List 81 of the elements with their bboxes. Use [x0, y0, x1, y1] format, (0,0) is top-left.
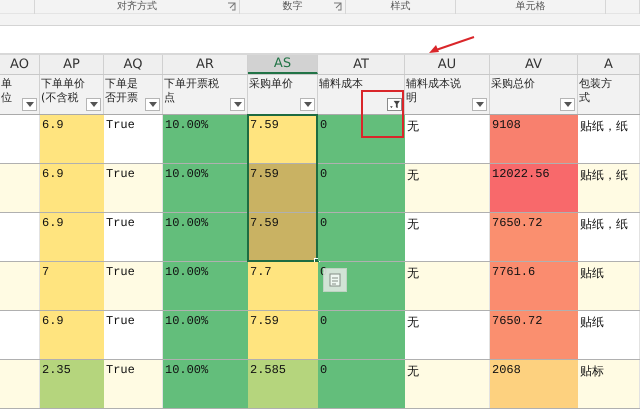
caret-icon	[234, 102, 242, 107]
table-cell[interactable]: 0	[318, 360, 405, 408]
table-cell[interactable]: 贴纸	[578, 311, 640, 359]
caret-icon	[90, 102, 98, 107]
table-cell[interactable]: 6.9	[40, 164, 104, 212]
table-cell[interactable]: 10.00%	[163, 311, 248, 359]
table-cell[interactable]: 无	[405, 164, 490, 212]
table-cell[interactable]: 7.59	[248, 213, 318, 261]
table-cell[interactable]: 无	[405, 311, 490, 359]
dropdown-button[interactable]	[86, 98, 101, 111]
table-cell[interactable]: 无	[405, 360, 490, 408]
table-cell[interactable]: 6.9	[40, 213, 104, 261]
table-cell[interactable]: 7.59	[248, 115, 318, 163]
table-cell[interactable]: 2.585	[248, 360, 318, 408]
table-cell[interactable]: 7.59	[248, 311, 318, 359]
column-title: 下单开票税点	[164, 77, 220, 105]
table-cell[interactable]: 0	[318, 213, 405, 261]
table-cell[interactable]: 10.00%	[163, 213, 248, 261]
column-title: 包装方式	[579, 77, 613, 105]
caret-icon	[564, 102, 572, 107]
table-cell[interactable]: 0	[318, 311, 405, 359]
table-cell[interactable]: 12022.56	[490, 164, 578, 212]
table-cell[interactable]: 7.7	[248, 262, 318, 310]
table-cell[interactable]: 7650.72	[490, 311, 578, 359]
column-title: 单位	[1, 77, 13, 105]
table-cell[interactable]: 贴纸，纸	[578, 115, 640, 163]
table-cell[interactable]: 6.9	[40, 115, 104, 163]
table-cell[interactable]: True	[104, 164, 163, 212]
table-cell[interactable]: 10.00%	[163, 115, 248, 163]
table-cell[interactable]: 0	[318, 115, 405, 163]
filter-button[interactable]	[387, 98, 402, 111]
table-cell[interactable]: 7	[40, 262, 104, 310]
column-title: 辅料成本	[319, 77, 363, 91]
table-cell[interactable]: 10.00%	[163, 360, 248, 408]
table-cell[interactable]: 贴纸，纸	[578, 164, 640, 212]
caret-icon	[304, 102, 312, 107]
column-title: 下单单价(不含税	[41, 77, 85, 105]
table-cell[interactable]: True	[104, 311, 163, 359]
column-title: 下单是否开票	[105, 77, 139, 105]
table-cell[interactable]: True	[104, 262, 163, 310]
table-cell[interactable]: 10.00%	[163, 164, 248, 212]
dropdown-button[interactable]	[22, 98, 37, 111]
ribbon-group-label: 对齐方式	[117, 0, 157, 14]
ribbon-group-label: 单元格	[516, 0, 546, 14]
table-cell[interactable]: 无	[405, 262, 490, 310]
annotation-arrow	[428, 36, 476, 54]
table-cell[interactable]: 无	[405, 115, 490, 163]
table-cell[interactable]: 2.35	[40, 360, 104, 408]
caret-icon	[26, 102, 34, 107]
table-cell[interactable]: True	[104, 115, 163, 163]
dialog-launcher-icon[interactable]	[227, 2, 236, 11]
dropdown-button[interactable]	[560, 98, 575, 111]
column-title: 采购单价	[249, 77, 293, 91]
column-title: 采购总价	[491, 77, 535, 91]
table-cell[interactable]: 2068	[490, 360, 578, 408]
table-cell[interactable]: True	[104, 213, 163, 261]
table-cell[interactable]: 9108	[490, 115, 578, 163]
dropdown-button[interactable]	[145, 98, 160, 111]
dialog-launcher-icon[interactable]	[333, 2, 342, 11]
table-cell[interactable]: 贴纸	[578, 262, 640, 310]
filter-icon	[388, 100, 400, 109]
table-cell[interactable]: 7.59	[248, 164, 318, 212]
table-cell[interactable]: 7761.6	[490, 262, 578, 310]
table-cell[interactable]: 0	[318, 164, 405, 212]
column-title: 辅料成本说明	[406, 77, 462, 105]
caret-icon	[476, 102, 484, 107]
table-cell[interactable]: 10.00%	[163, 262, 248, 310]
dropdown-button[interactable]	[300, 98, 315, 111]
highlight-frame	[361, 90, 404, 138]
ribbon-group-label: 数字	[282, 0, 302, 14]
dropdown-button[interactable]	[230, 98, 245, 111]
dropdown-button[interactable]	[472, 98, 487, 111]
table-cell[interactable]: 无	[405, 213, 490, 261]
table-cell[interactable]: 贴纸，纸	[578, 213, 640, 261]
caret-icon	[148, 102, 156, 107]
column-letter[interactable]: AS	[248, 55, 318, 74]
table-cell[interactable]: 贴标	[578, 360, 640, 408]
table-cell[interactable]: 7650.72	[490, 213, 578, 261]
table-cell[interactable]: 6.9	[40, 311, 104, 359]
ribbon-group-label: 样式	[390, 0, 410, 14]
table-cell[interactable]: True	[104, 360, 163, 408]
